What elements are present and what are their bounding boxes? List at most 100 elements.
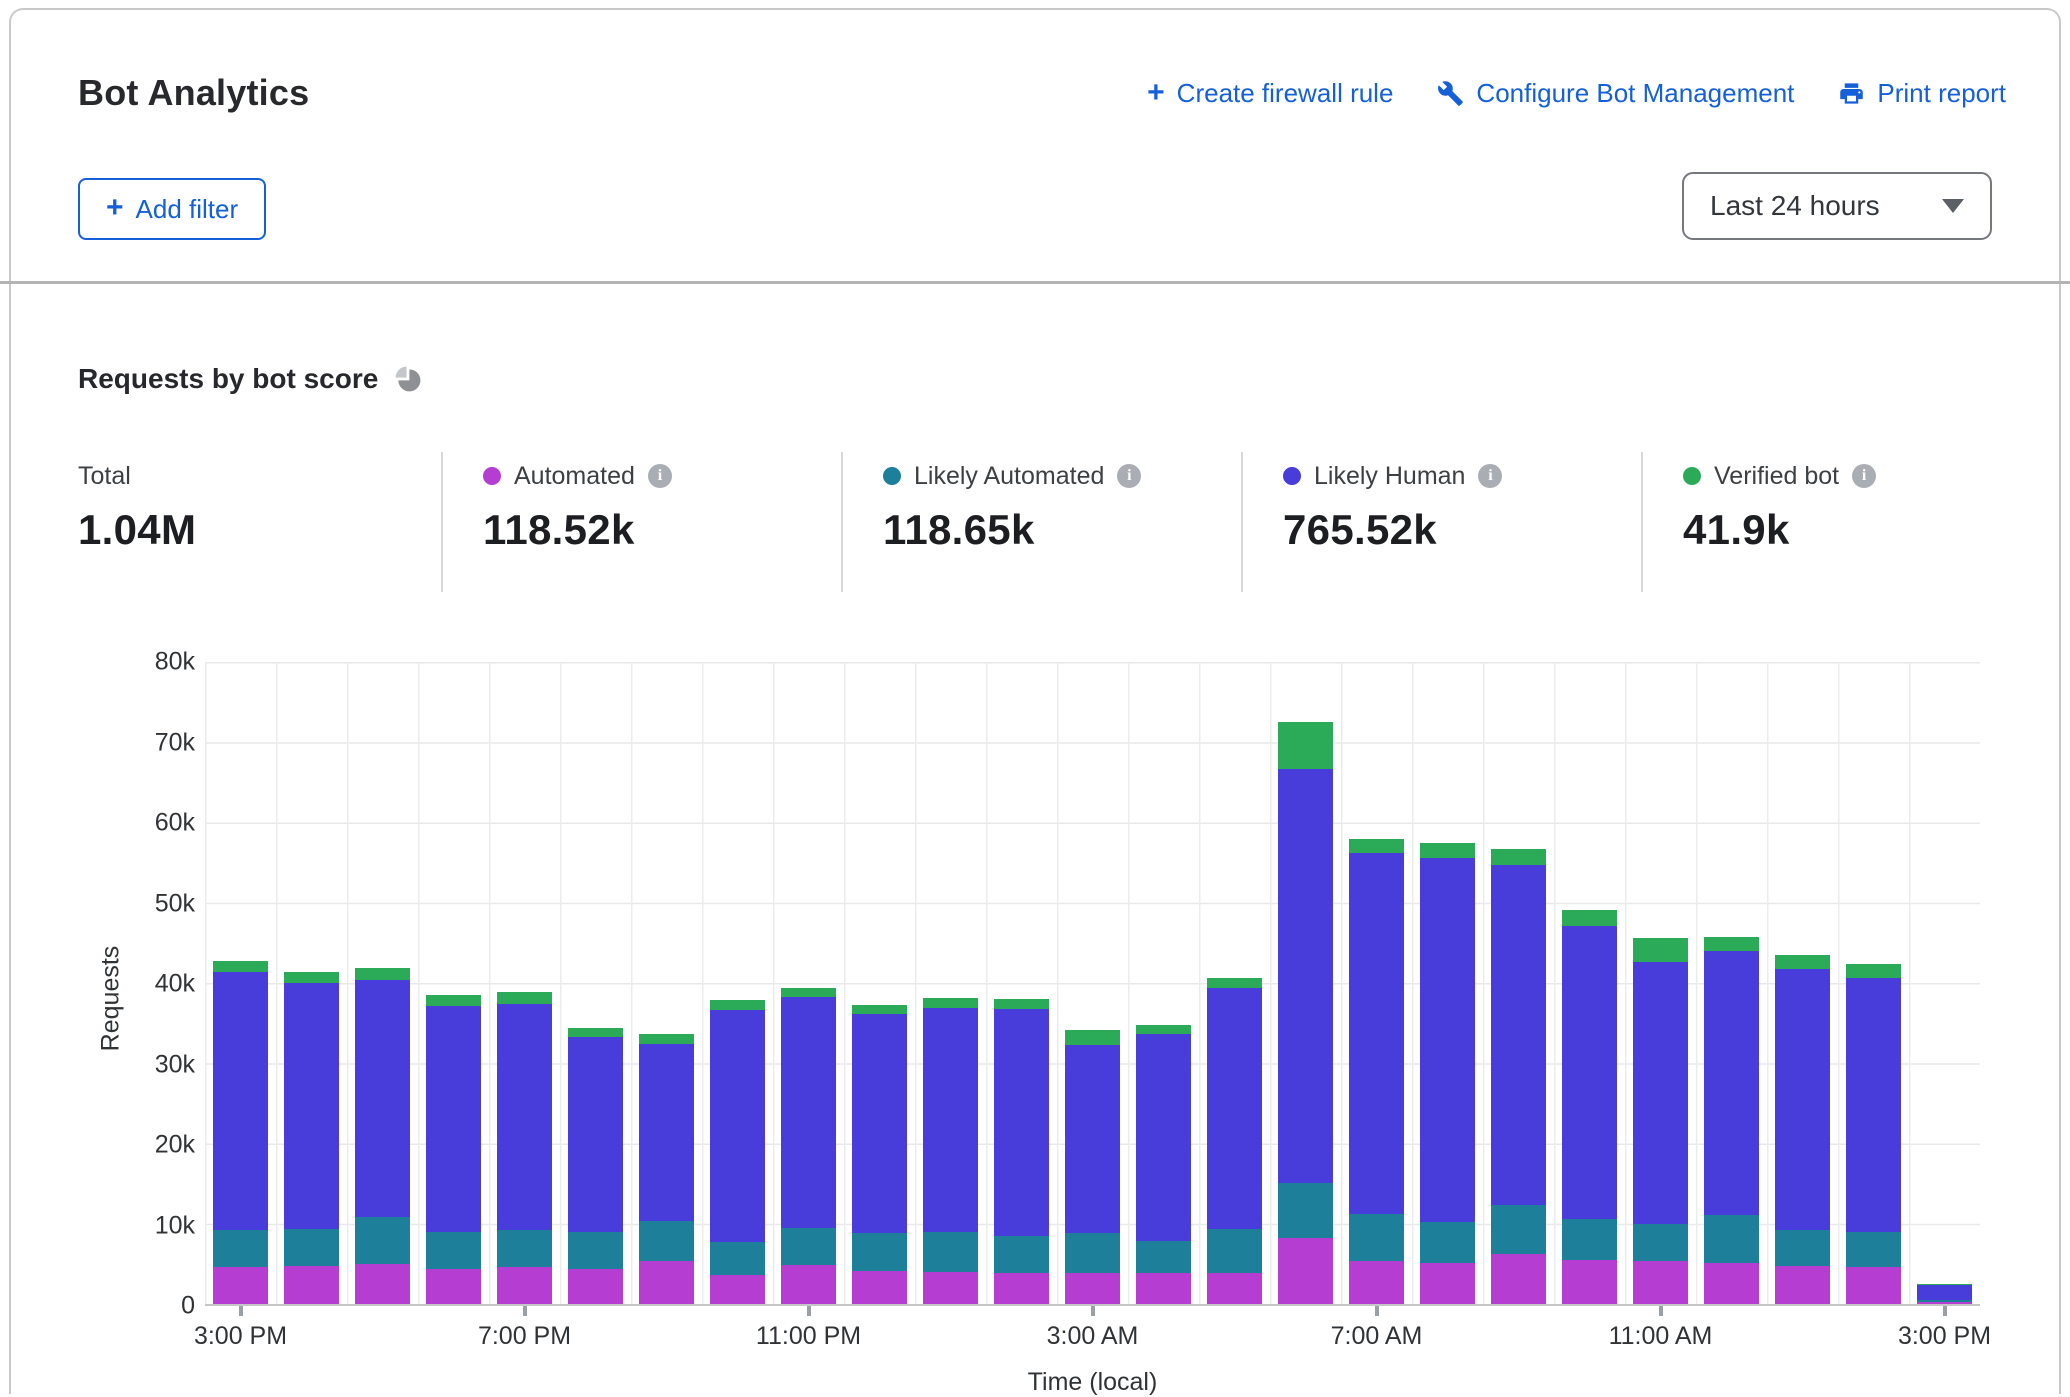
stacked-bar[interactable] xyxy=(781,988,836,1304)
bar-column xyxy=(418,662,489,1304)
bar-segment-likely_human xyxy=(1136,1034,1191,1241)
bar-segment-verified_bot xyxy=(1775,955,1830,969)
stacked-bar[interactable] xyxy=(1775,955,1830,1304)
header-action-print-report[interactable]: Print report xyxy=(1838,78,2006,109)
y-tick-label: 50k xyxy=(85,889,195,918)
bar-segment-likely_automated xyxy=(1633,1224,1688,1262)
bar-segment-automated xyxy=(1349,1261,1404,1304)
bar-segment-verified_bot xyxy=(1420,843,1475,858)
bar-segment-likely_human xyxy=(994,1009,1049,1237)
bar-segment-likely_automated xyxy=(355,1217,410,1264)
bar-segment-likely_human xyxy=(1775,969,1830,1230)
header-action-label: Create firewall rule xyxy=(1177,78,1394,109)
stacked-bar[interactable] xyxy=(355,968,410,1304)
x-axis-title: Time (local) xyxy=(205,1368,1980,1397)
y-tick-label: 0 xyxy=(85,1292,195,1321)
bar-segment-automated xyxy=(923,1272,978,1304)
stacked-bar[interactable] xyxy=(923,998,978,1304)
stat-label: Likely Automated xyxy=(914,462,1104,491)
stacked-bar[interactable] xyxy=(1562,910,1617,1304)
stacked-bar[interactable] xyxy=(1420,843,1475,1304)
stacked-bar[interactable] xyxy=(1704,937,1759,1304)
bar-column xyxy=(1625,662,1696,1304)
add-filter-button[interactable]: + Add filter xyxy=(78,178,266,240)
bar-column xyxy=(560,662,631,1304)
bar-segment-likely_automated xyxy=(1349,1214,1404,1261)
bar-column xyxy=(1128,662,1199,1304)
bar-segment-automated xyxy=(568,1269,623,1304)
legend-dot xyxy=(883,467,901,485)
bar-segment-likely_human xyxy=(852,1014,907,1233)
legend-dot xyxy=(483,467,501,485)
stacked-bar[interactable] xyxy=(1065,1030,1120,1304)
stacked-bar[interactable] xyxy=(568,1028,623,1304)
header-actions: +Create firewall rule Configure Bot Manag… xyxy=(1147,78,2006,109)
bar-segment-likely_human xyxy=(781,997,836,1228)
bar-segment-automated xyxy=(1704,1263,1759,1304)
bar-segment-verified_bot xyxy=(1704,937,1759,951)
x-tick-mark xyxy=(807,1306,811,1316)
stacked-bar[interactable] xyxy=(1846,964,1901,1304)
stacked-bar[interactable] xyxy=(1633,938,1688,1304)
stat-value: 118.65k xyxy=(883,506,1241,554)
x-tick-mark xyxy=(239,1306,243,1316)
bar-segment-automated xyxy=(1562,1260,1617,1304)
bar-segment-automated xyxy=(213,1267,268,1304)
stacked-bar[interactable] xyxy=(639,1034,694,1304)
plus-icon: + xyxy=(106,193,124,223)
x-tick-label: 3:00 PM xyxy=(1845,1322,2045,1351)
bar-segment-automated xyxy=(1065,1273,1120,1304)
stacked-bar[interactable] xyxy=(1491,849,1546,1304)
bar-segment-likely_automated xyxy=(1846,1232,1901,1267)
bar-segment-automated xyxy=(1775,1266,1830,1304)
bar-segment-automated xyxy=(1917,1302,1972,1304)
stacked-bar[interactable] xyxy=(1136,1025,1191,1304)
add-filter-label: Add filter xyxy=(136,194,239,225)
bar-column xyxy=(1412,662,1483,1304)
y-tick-label: 60k xyxy=(85,809,195,838)
stat-total: Total 1.04M xyxy=(78,452,441,592)
bar-segment-verified_bot xyxy=(923,998,978,1008)
bar-segment-verified_bot xyxy=(710,1000,765,1010)
x-tick-label: 11:00 AM xyxy=(1561,1322,1761,1351)
stacked-bar[interactable] xyxy=(994,999,1049,1304)
bar-segment-likely_human xyxy=(923,1008,978,1232)
bar-segment-verified_bot xyxy=(1846,964,1901,978)
requests-by-bot-score-chart: Requests 010k20k30k40k50k60k70k80k 3:00 … xyxy=(0,620,2070,1394)
bar-segment-automated xyxy=(1278,1238,1333,1304)
x-tick-mark xyxy=(1091,1306,1095,1316)
bar-segment-likely_human xyxy=(1349,853,1404,1214)
bar-column xyxy=(1909,662,1980,1304)
y-tick-label: 30k xyxy=(85,1050,195,1079)
bar-segment-likely_automated xyxy=(1704,1215,1759,1262)
stacked-bar[interactable] xyxy=(1349,839,1404,1304)
stacked-bar[interactable] xyxy=(497,992,552,1304)
stacked-bar[interactable] xyxy=(1278,722,1333,1304)
bar-segment-automated xyxy=(284,1266,339,1304)
info-icon[interactable]: i xyxy=(1117,464,1141,488)
bar-segment-likely_human xyxy=(1633,962,1688,1224)
bar-segment-verified_bot xyxy=(497,992,552,1003)
bar-segment-likely_automated xyxy=(497,1230,552,1267)
header-action-configure-bot-management[interactable]: Configure Bot Management xyxy=(1437,78,1794,109)
stacked-bar[interactable] xyxy=(1917,1284,1972,1304)
bar-segment-verified_bot xyxy=(1562,910,1617,926)
bar-segment-likely_human xyxy=(1491,865,1546,1206)
bar-segment-likely_human xyxy=(1065,1045,1120,1233)
stacked-bar[interactable] xyxy=(1207,978,1262,1304)
stat-label: Verified bot xyxy=(1714,462,1839,491)
stacked-bar[interactable] xyxy=(213,961,268,1304)
stacked-bar[interactable] xyxy=(426,995,481,1304)
time-range-dropdown[interactable]: Last 24 hours xyxy=(1682,172,1992,240)
stacked-bar[interactable] xyxy=(710,1000,765,1304)
y-tick-label: 80k xyxy=(85,648,195,677)
bar-segment-automated xyxy=(710,1275,765,1304)
info-icon[interactable]: i xyxy=(648,464,672,488)
info-icon[interactable]: i xyxy=(1852,464,1876,488)
stat-likely-human: Likely Humani765.52k xyxy=(1241,452,1641,592)
info-icon[interactable]: i xyxy=(1478,464,1502,488)
stacked-bar[interactable] xyxy=(852,1005,907,1304)
header-action-create-firewall-rule[interactable]: +Create firewall rule xyxy=(1147,78,1393,109)
bar-column xyxy=(1554,662,1625,1304)
stacked-bar[interactable] xyxy=(284,972,339,1304)
